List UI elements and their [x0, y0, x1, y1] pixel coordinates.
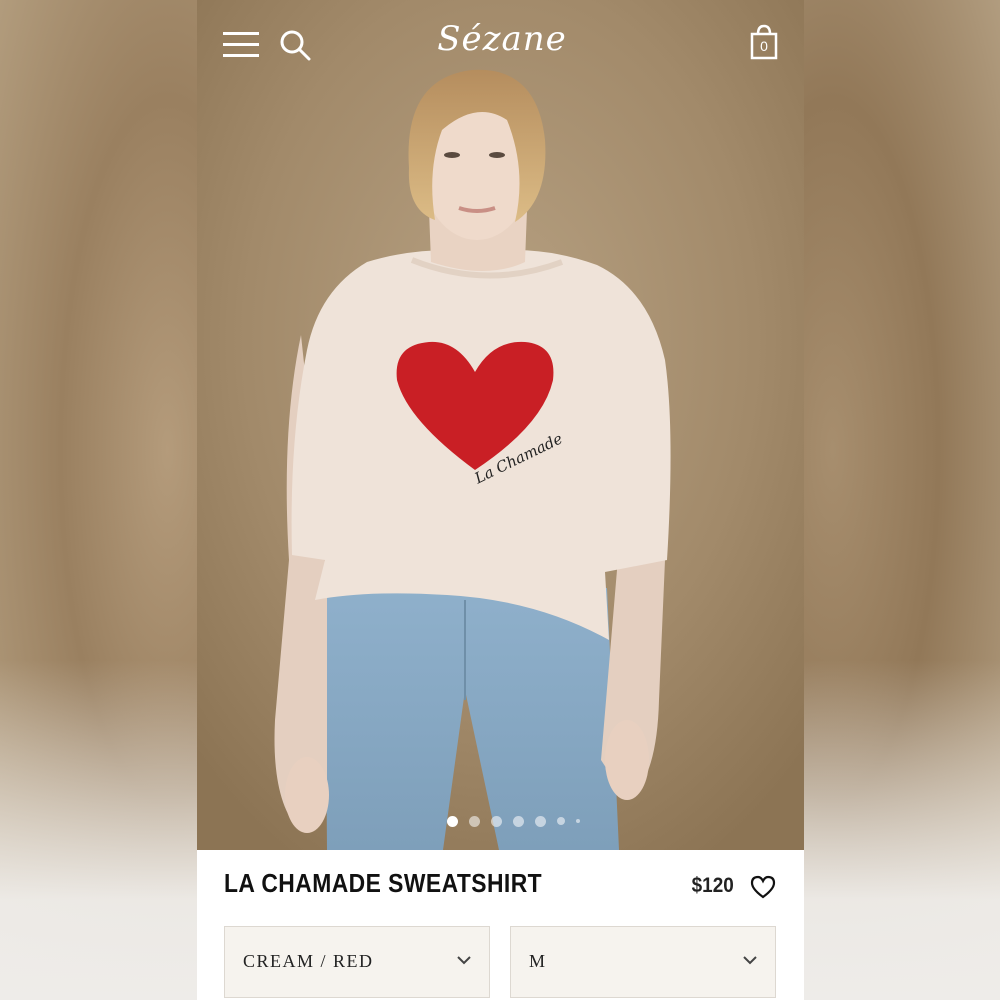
heart-icon[interactable] [750, 875, 776, 899]
carousel-dot[interactable] [513, 815, 524, 827]
color-select-value: CREAM / RED [243, 951, 374, 971]
chevron-down-icon [457, 956, 471, 965]
carousel-pagination [447, 815, 580, 827]
carousel-dot[interactable] [469, 815, 480, 827]
bag-item-count: 0 [760, 38, 768, 54]
carousel-dot[interactable] [535, 815, 546, 827]
product-image-carousel[interactable]: La Chamade Sézane 0 [197, 0, 804, 850]
product-info-panel: LA CHAMADE SWEATSHIRT $120 CREAM / RED M [197, 850, 804, 1000]
search-icon[interactable] [279, 29, 311, 61]
background-blur-right [803, 0, 1000, 1000]
size-select-value: M [529, 951, 547, 971]
size-select[interactable]: M [510, 926, 776, 998]
product-photo: La Chamade [197, 0, 804, 850]
carousel-dot[interactable] [576, 819, 580, 823]
menu-icon[interactable] [223, 30, 259, 60]
product-title: LA CHAMADE SWEATSHIRT [224, 868, 543, 898]
carousel-dot[interactable] [447, 815, 458, 827]
background-blur-left [0, 0, 197, 1000]
color-select[interactable]: CREAM / RED [224, 926, 490, 998]
mobile-screen: La Chamade Sézane 0 LA CHAMADE SWEATSHIR… [197, 0, 804, 1000]
brand-logo[interactable]: Sézane [412, 14, 592, 64]
chevron-down-icon [743, 956, 757, 965]
product-price: $120 [691, 874, 734, 897]
carousel-dot[interactable] [491, 815, 502, 827]
top-navigation: Sézane 0 [197, 0, 804, 90]
shopping-bag-icon[interactable]: 0 [749, 24, 779, 60]
carousel-dot[interactable] [557, 817, 565, 825]
